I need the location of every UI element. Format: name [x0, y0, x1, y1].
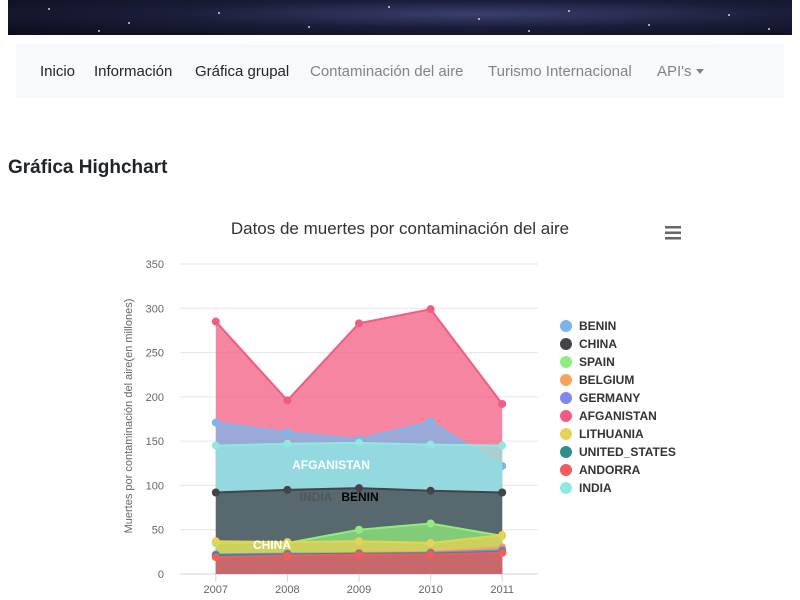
- point-india[interactable]: [426, 440, 435, 449]
- legend-item-benin[interactable]: BENIN: [560, 319, 616, 333]
- y-tick-label: 250: [146, 348, 164, 360]
- point-china[interactable]: [211, 488, 220, 497]
- y-axis-label: Muertes por contaminación del aire(en mi…: [123, 299, 135, 534]
- nav-informacion[interactable]: Información: [94, 63, 172, 80]
- point-afganistan[interactable]: [355, 319, 363, 328]
- legend-item-spain[interactable]: SPAIN: [560, 355, 615, 369]
- point-benin[interactable]: [283, 428, 292, 437]
- point-india[interactable]: [211, 441, 220, 450]
- y-tick-label: 300: [146, 303, 164, 315]
- legend-item-india[interactable]: INDIA: [560, 481, 612, 495]
- point-china[interactable]: [283, 485, 292, 494]
- point-afganistan[interactable]: [211, 317, 220, 326]
- legend-swatch: [560, 356, 572, 368]
- point-andorra[interactable]: [426, 550, 435, 559]
- legend-item-germany[interactable]: GERMANY: [560, 391, 640, 405]
- point-lithuania[interactable]: [498, 531, 507, 540]
- nav-inicio[interactable]: Inicio: [40, 63, 75, 80]
- legend-label: ANDORRA: [579, 463, 641, 477]
- point-benin[interactable]: [426, 417, 435, 426]
- legend-swatch: [560, 428, 572, 440]
- legend-swatch: [560, 464, 572, 476]
- legend-item-united-states[interactable]: UNITED_STATES: [560, 445, 676, 459]
- legend-swatch: [560, 374, 572, 386]
- data-label-china: CHINA: [253, 538, 291, 552]
- hamburger-menu-icon[interactable]: [662, 224, 684, 242]
- point-china[interactable]: [426, 486, 435, 495]
- page-heading: Gráfica Highchart: [8, 157, 168, 178]
- legend-label: BELGIUM: [579, 373, 634, 387]
- point-andorra[interactable]: [355, 550, 363, 559]
- data-label-afganistan: AFGANISTAN: [292, 458, 370, 472]
- point-afganistan[interactable]: [498, 399, 507, 408]
- legend-swatch: [560, 320, 572, 332]
- legend-swatch: [560, 392, 572, 404]
- data-label-india: INDIA: [300, 490, 333, 504]
- point-andorra[interactable]: [498, 548, 507, 557]
- point-lithuania[interactable]: [426, 539, 435, 547]
- navbar: Inicio Información Gráfica grupal Contam…: [16, 44, 784, 98]
- point-spain[interactable]: [426, 519, 435, 528]
- area-chart: Datos de muertes por contaminación del a…: [123, 219, 684, 596]
- legend-swatch: [560, 410, 572, 422]
- nav-apis-label: API's: [657, 63, 692, 80]
- legend-label: SPAIN: [579, 355, 615, 369]
- x-tick-label: 2010: [418, 584, 442, 596]
- legend-item-belgium[interactable]: BELGIUM: [560, 373, 634, 387]
- legend-label: CHINA: [579, 337, 617, 351]
- nav-apis-dropdown[interactable]: API's: [657, 63, 704, 80]
- point-india[interactable]: [498, 441, 507, 450]
- point-lithuania[interactable]: [211, 537, 220, 546]
- header-banner-image: [8, 0, 792, 35]
- nav-turismo-internacional[interactable]: Turismo Internacional: [488, 63, 632, 80]
- legend-item-lithuania[interactable]: LITHUANIA: [560, 427, 644, 441]
- x-tick-label: 2008: [275, 584, 299, 596]
- point-lithuania[interactable]: [355, 537, 363, 546]
- legend-item-afganistan[interactable]: AFGANISTAN: [560, 409, 657, 423]
- legend-label: INDIA: [579, 481, 612, 495]
- point-andorra[interactable]: [283, 551, 292, 560]
- y-tick-label: 350: [146, 259, 164, 271]
- point-afganistan[interactable]: [283, 396, 292, 405]
- legend-swatch: [560, 338, 572, 350]
- legend-item-china[interactable]: CHINA: [560, 337, 617, 351]
- point-india[interactable]: [355, 438, 363, 447]
- legend-label: UNITED_STATES: [579, 445, 676, 459]
- legend-label: LITHUANIA: [579, 427, 644, 441]
- chart-title: Datos de muertes por contaminación del a…: [231, 219, 569, 238]
- point-india[interactable]: [283, 439, 292, 448]
- y-tick-label: 0: [158, 569, 164, 581]
- y-tick-label: 150: [146, 436, 164, 448]
- point-andorra[interactable]: [211, 553, 220, 562]
- x-tick-label: 2009: [347, 584, 371, 596]
- point-benin[interactable]: [211, 418, 220, 427]
- x-tick-label: 2007: [204, 584, 228, 596]
- y-tick-label: 100: [146, 480, 164, 492]
- point-spain[interactable]: [355, 525, 363, 534]
- legend-swatch: [560, 482, 572, 494]
- legend-swatch: [560, 446, 572, 458]
- nav-grafica-grupal[interactable]: Gráfica grupal: [195, 63, 289, 80]
- chevron-down-icon: [695, 68, 704, 74]
- point-china[interactable]: [498, 488, 507, 497]
- nav-contaminacion-aire[interactable]: Contaminación del aire: [310, 63, 463, 80]
- legend-item-andorra[interactable]: ANDORRA: [560, 463, 641, 477]
- y-tick-label: 200: [146, 392, 164, 404]
- legend-label: AFGANISTAN: [579, 409, 657, 423]
- x-tick-label: 2011: [490, 584, 514, 596]
- point-afganistan[interactable]: [426, 305, 435, 314]
- legend-label: BENIN: [579, 319, 616, 333]
- legend-label: GERMANY: [579, 391, 640, 405]
- data-label-benin: BENIN: [341, 490, 378, 504]
- y-tick-label: 50: [152, 525, 164, 537]
